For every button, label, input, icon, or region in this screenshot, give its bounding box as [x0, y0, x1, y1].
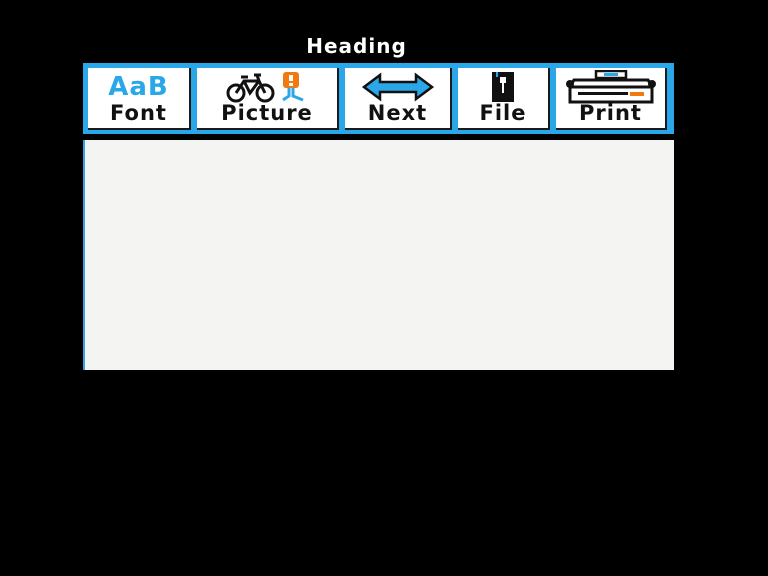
- print-button-label: Print: [579, 101, 642, 125]
- font-button-label: Font: [110, 101, 167, 125]
- font-button[interactable]: AaB Font: [88, 68, 191, 130]
- double-arrow-icon: [345, 71, 450, 103]
- toolbar: AaB Font Picture Next File Print: [83, 63, 674, 134]
- next-button-label: Next: [367, 101, 428, 125]
- screen: Heading AaB Font Picture Next File Print: [0, 0, 768, 576]
- print-button[interactable]: Print: [556, 68, 667, 130]
- file-drawer-icon: [458, 71, 548, 103]
- bicycle-picture-icon: [197, 71, 337, 103]
- font-icon-text: AaB: [108, 72, 169, 102]
- printer-icon: [556, 70, 665, 104]
- picture-button-label: Picture: [221, 101, 313, 125]
- page-title: Heading: [306, 34, 407, 58]
- file-button[interactable]: File: [458, 68, 550, 130]
- next-button[interactable]: Next: [345, 68, 452, 130]
- toolbar-divider: [83, 134, 674, 138]
- font-icon: AaB: [88, 71, 189, 103]
- picture-button[interactable]: Picture: [197, 68, 339, 130]
- file-button-label: File: [479, 101, 527, 125]
- document-canvas[interactable]: [83, 140, 674, 370]
